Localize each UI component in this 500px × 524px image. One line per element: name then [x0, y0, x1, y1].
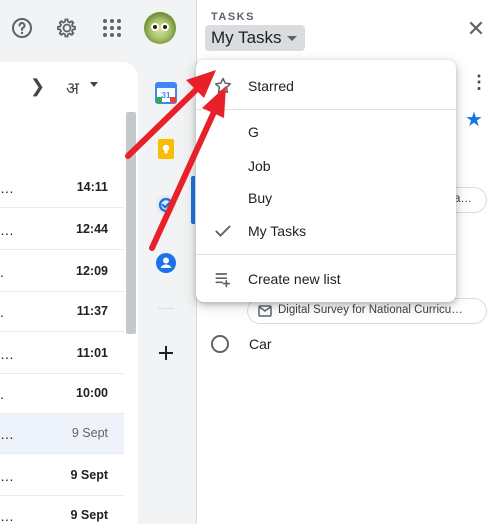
side-apps-strip: 31	[140, 62, 192, 524]
menu-item-list-my-tasks[interactable]: My Tasks	[196, 215, 456, 247]
avatar-eye-left	[151, 23, 159, 31]
mail-icon	[258, 305, 272, 320]
mail-row[interactable]: . 12:09	[0, 252, 124, 292]
mail-snippet: …	[0, 468, 14, 484]
mail-time: 12:09	[76, 264, 108, 278]
task-title: Car	[249, 336, 272, 352]
mail-row[interactable]: … 9 Sept	[0, 414, 124, 454]
mail-snippet: …	[0, 180, 14, 196]
menu-item-starred[interactable]: Starred	[196, 70, 456, 102]
email-chip-label: a…	[454, 193, 472, 205]
menu-item-create-new-list[interactable]: Create new list	[196, 263, 456, 295]
menu-item-list-job[interactable]: Job	[196, 150, 456, 182]
star-filled-icon[interactable]: ★	[465, 107, 483, 132]
menu-item-label: Starred	[248, 78, 294, 94]
task-list-dropdown-menu: Starred G Job Buy My Tasks Create new li…	[196, 60, 456, 302]
svg-text:31: 31	[162, 91, 171, 100]
mail-time: 10:00	[76, 386, 108, 400]
email-chip-label: Digital Survey for National Curricu…	[278, 304, 463, 316]
caret-down-icon[interactable]	[90, 82, 98, 87]
menu-item-label: My Tasks	[248, 223, 307, 239]
gear-icon[interactable]	[53, 14, 81, 42]
mail-snippet: .	[0, 386, 4, 402]
mail-time: 9 Sept	[70, 468, 108, 482]
tasks-section-label: TASKS	[211, 11, 255, 23]
menu-item-list-buy[interactable]: Buy	[196, 182, 456, 214]
mail-row[interactable]: … 11:01	[0, 334, 124, 374]
mail-snippet: …	[0, 426, 14, 442]
help-icon[interactable]	[8, 14, 36, 42]
mail-time: 11:37	[76, 304, 108, 318]
strip-divider	[158, 308, 174, 309]
task-item[interactable]: Car	[211, 334, 481, 356]
task-list-selector[interactable]: My Tasks	[205, 25, 305, 51]
mail-row[interactable]: . 10:00	[0, 374, 124, 414]
mail-list-panel: ❯ अ … 14:11 … 12:44 . 12:09 . 11:37 … 11…	[0, 62, 138, 524]
mail-row[interactable]: … 12:44	[0, 210, 124, 250]
mail-row[interactable]: … 14:11	[0, 168, 124, 208]
checkmark-icon	[212, 220, 234, 242]
menu-item-label: Buy	[248, 190, 273, 206]
chevron-right-icon[interactable]: ❯	[30, 76, 45, 97]
mail-snippet: .	[0, 264, 4, 280]
current-list-label: My Tasks	[211, 28, 282, 47]
more-options-icon[interactable]: ⋮	[470, 72, 488, 93]
mail-snippet: …	[0, 346, 14, 362]
playlist-add-icon	[212, 268, 234, 290]
mail-row[interactable]: … 9 Sept	[0, 496, 124, 524]
menu-item-label: G	[248, 124, 259, 140]
tasks-icon[interactable]	[155, 194, 177, 216]
keep-icon[interactable]	[155, 138, 177, 160]
active-app-indicator	[191, 176, 195, 224]
menu-item-label: Job	[248, 158, 271, 174]
caret-down-icon	[287, 36, 297, 41]
mail-row[interactable]: … 9 Sept	[0, 456, 124, 496]
add-icon[interactable]	[155, 342, 177, 364]
input-language-button[interactable]: अ	[66, 76, 79, 99]
calendar-icon[interactable]: 31	[155, 82, 177, 104]
mail-toolbar: ❯ अ	[0, 62, 138, 112]
avatar-eye-right	[161, 23, 169, 31]
mail-snippet: …	[0, 508, 14, 524]
menu-item-label: Create new list	[248, 271, 341, 287]
mail-row[interactable]: . 11:37	[0, 292, 124, 332]
account-avatar[interactable]	[144, 12, 176, 44]
star-outline-icon	[212, 75, 234, 97]
close-icon[interactable]: ✕	[465, 18, 487, 40]
contacts-icon[interactable]	[155, 252, 177, 274]
mail-snippet: …	[0, 222, 14, 238]
apps-grid-icon[interactable]	[98, 14, 126, 42]
scrollbar[interactable]	[126, 112, 136, 334]
menu-item-list-g[interactable]: G	[196, 116, 456, 148]
mail-time: 9 Sept	[70, 508, 108, 522]
mail-time: 14:11	[76, 180, 108, 194]
menu-divider	[196, 109, 456, 110]
mail-time: 12:44	[76, 222, 108, 236]
mail-snippet: .	[0, 304, 4, 320]
task-complete-checkbox[interactable]	[211, 335, 229, 353]
menu-divider	[196, 254, 456, 255]
mail-time: 11:01	[76, 346, 108, 360]
mail-time: 9 Sept	[71, 426, 108, 440]
